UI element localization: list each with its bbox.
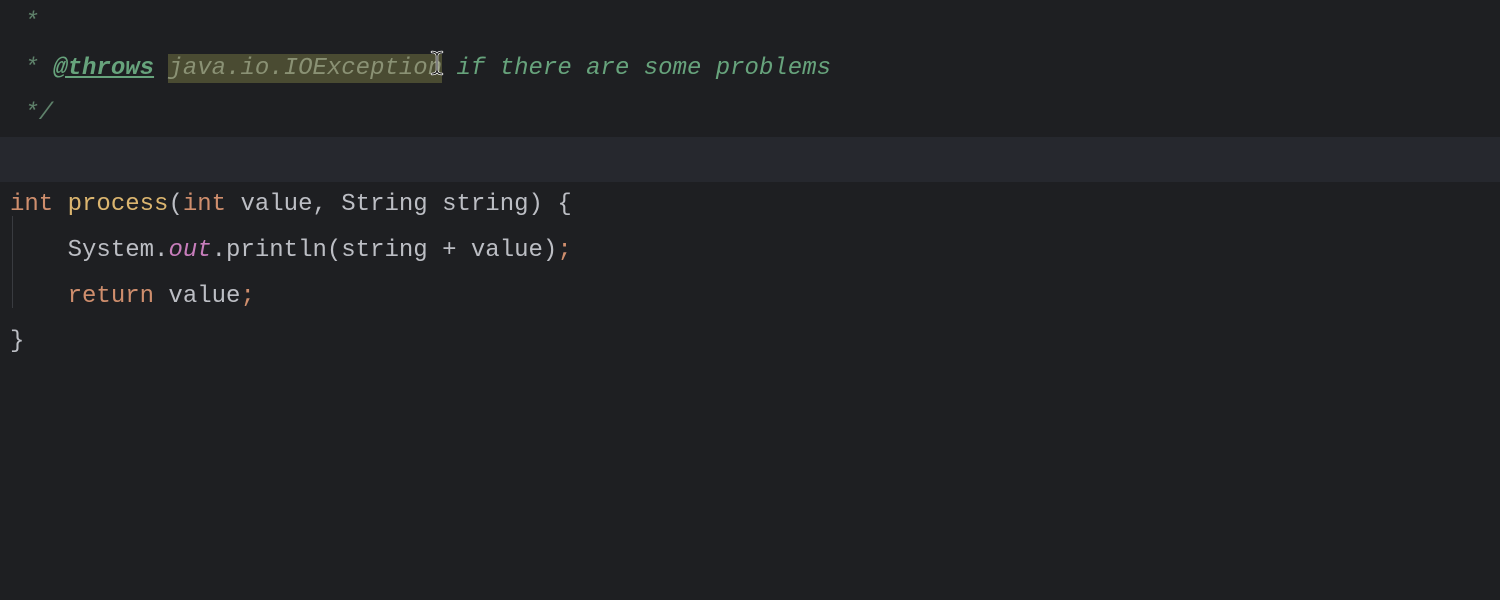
params-rest: value, String string) { <box>226 191 572 218</box>
javadoc-close-line[interactable]: */ <box>0 91 1500 137</box>
javadoc-line-star[interactable]: * <box>0 0 1500 46</box>
exception-class-reference[interactable]: java.io.IOException <box>168 54 442 83</box>
javadoc-throws-line[interactable]: * @throws java.io.IOException if there a… <box>0 46 1500 92</box>
blank-line[interactable] <box>0 137 1500 183</box>
comment-star: * <box>10 55 53 82</box>
empty <box>10 146 24 173</box>
indent <box>10 237 68 264</box>
javadoc-description: if there are some problems <box>442 55 831 82</box>
closing-brace-line[interactable]: } <box>0 319 1500 365</box>
comment-close: */ <box>10 100 53 127</box>
code-editor[interactable]: * * @throws java.io.IOException if there… <box>0 0 1500 600</box>
javadoc-throws-tag[interactable]: @throws <box>53 55 154 82</box>
open-paren: ( <box>168 191 182 218</box>
keyword-int: int <box>10 191 68 218</box>
keyword-return: return <box>68 283 154 310</box>
semicolon: ; <box>240 283 254 310</box>
println-line[interactable]: System.out.println(string + value); <box>0 228 1500 274</box>
method-declaration-line[interactable]: int process(int value, String string) { <box>0 182 1500 228</box>
method-name: process <box>68 191 169 218</box>
comment-text: * <box>10 9 39 36</box>
semicolon: ; <box>557 237 571 264</box>
closing-brace: } <box>10 328 24 355</box>
return-value: value <box>154 283 240 310</box>
return-line[interactable]: return value; <box>0 274 1500 320</box>
space <box>154 55 168 82</box>
system-class: System. <box>68 237 169 264</box>
indent <box>10 283 68 310</box>
out-field: out <box>168 237 211 264</box>
println-call: .println(string + value) <box>212 237 558 264</box>
keyword-int-param: int <box>183 191 226 218</box>
